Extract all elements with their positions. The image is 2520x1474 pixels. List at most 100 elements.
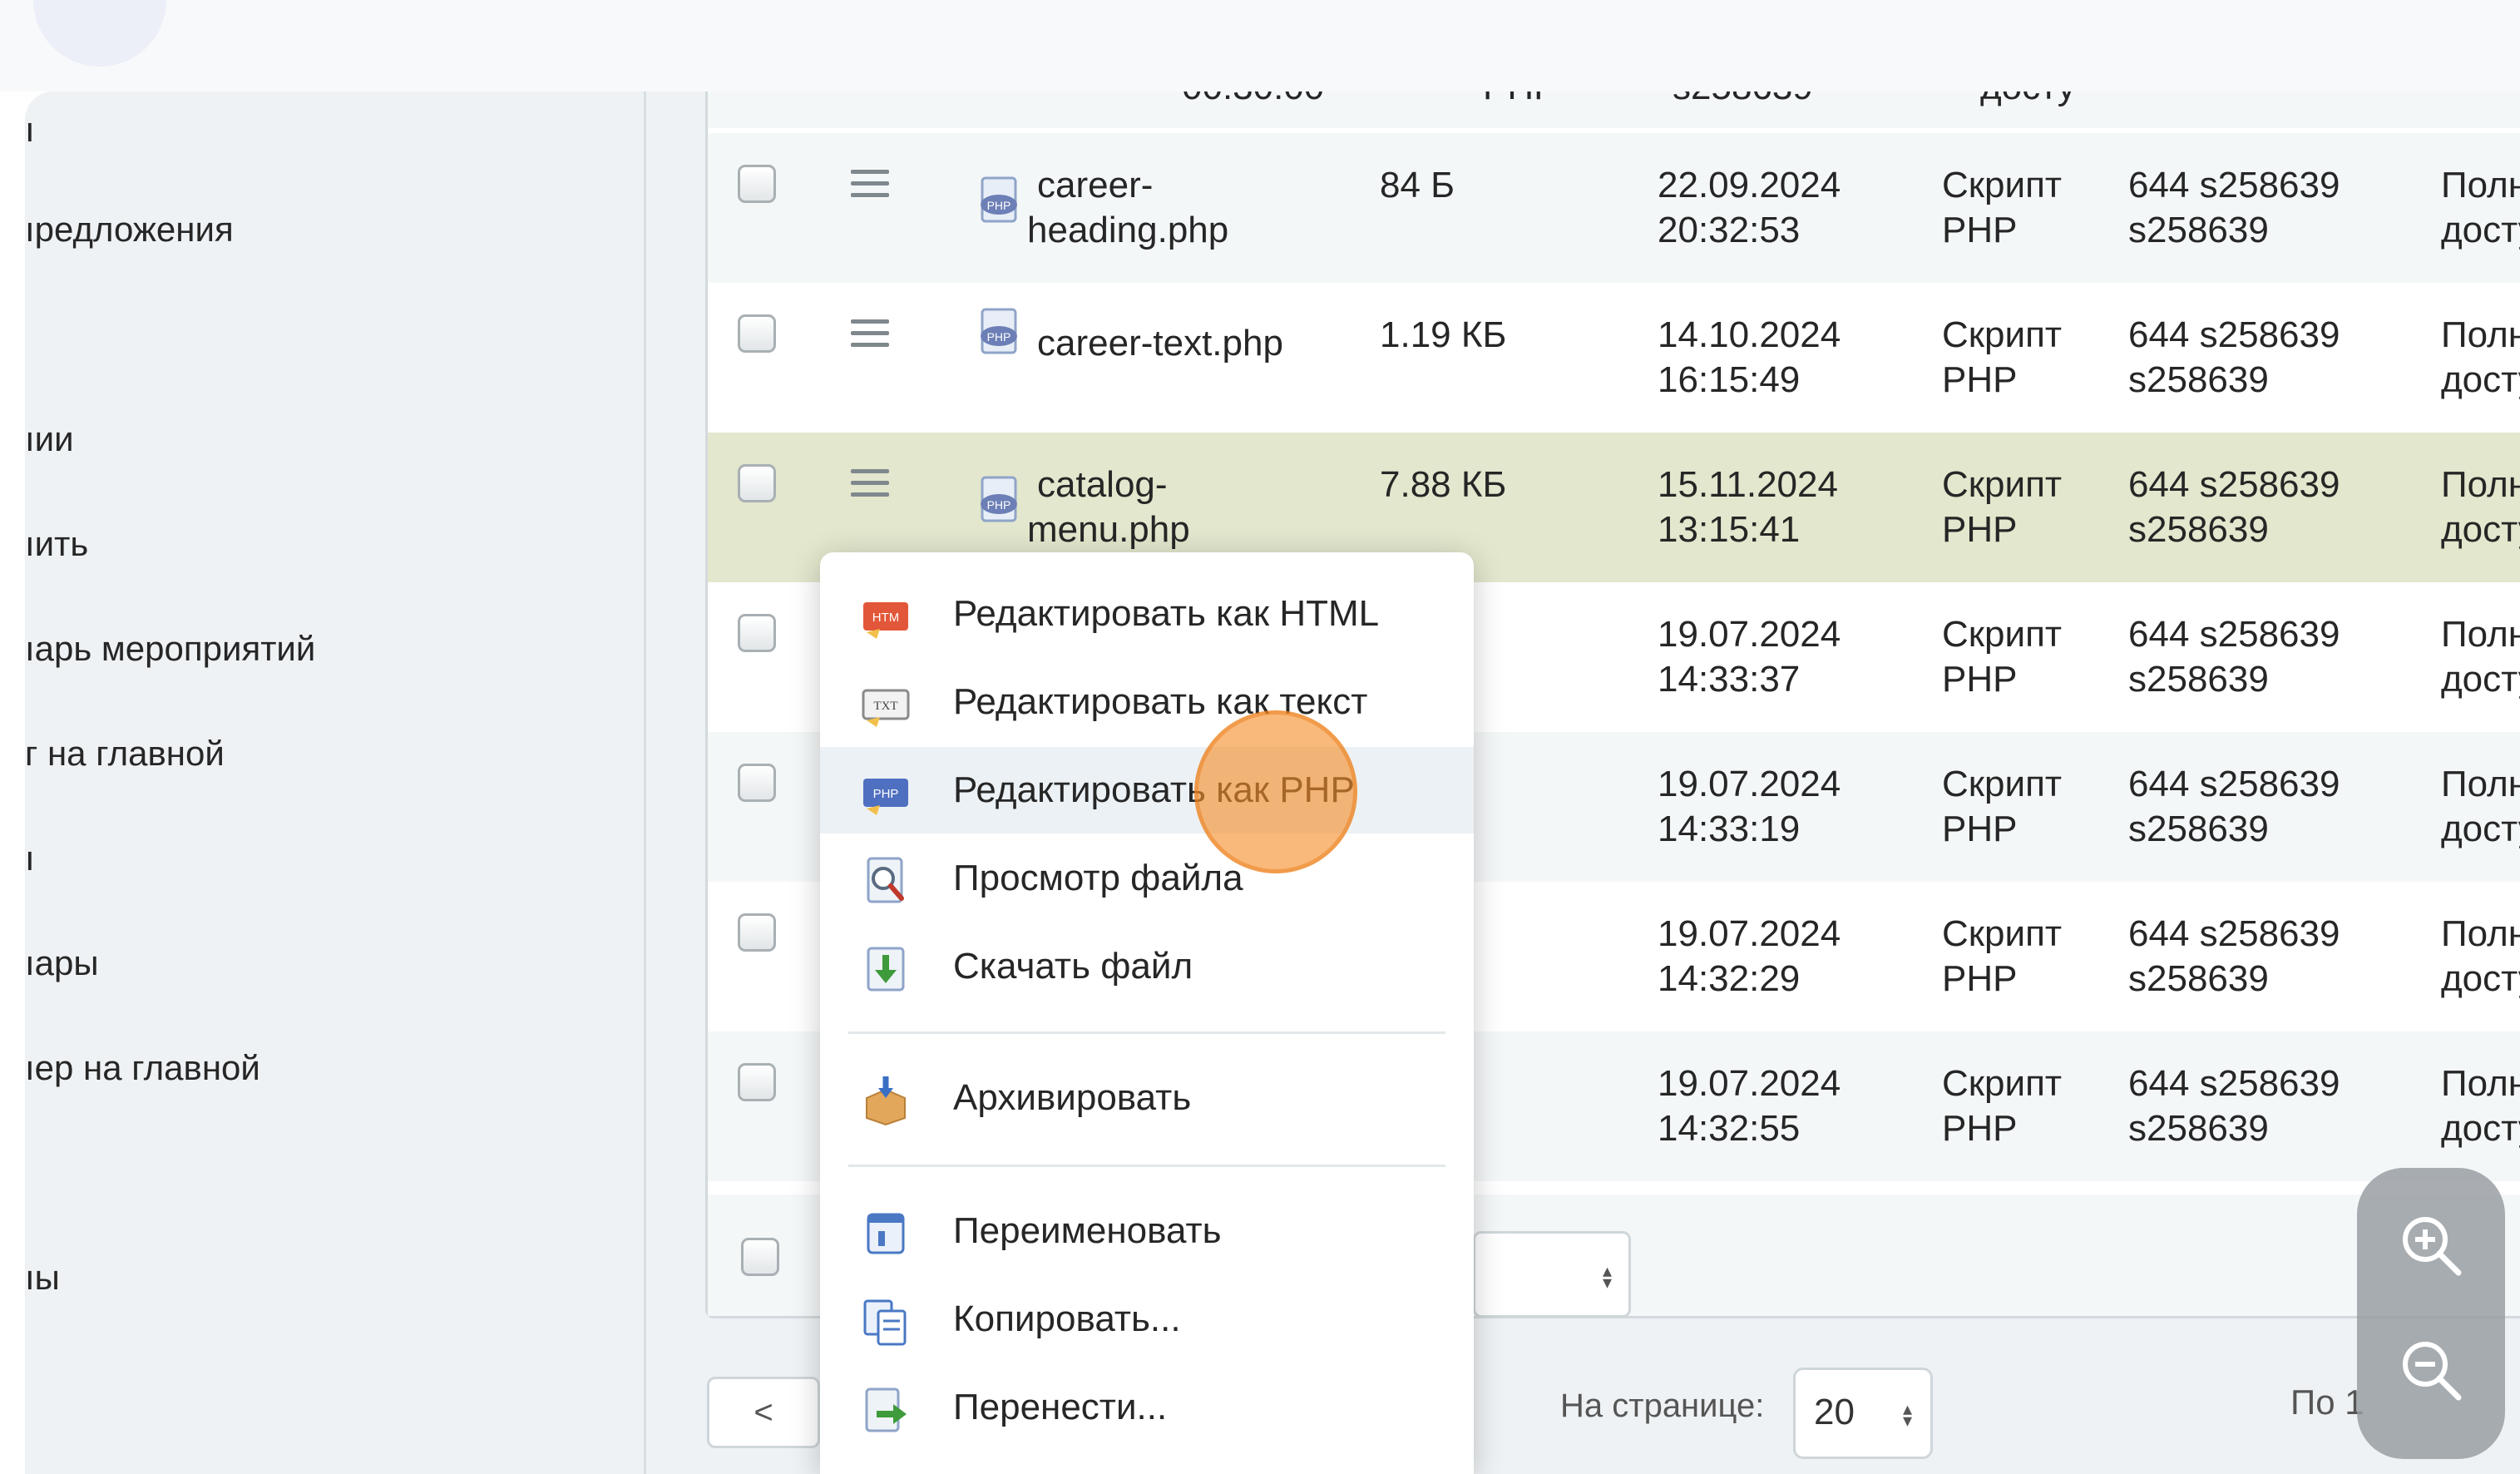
- svg-text:PHP: PHP: [987, 330, 1011, 344]
- row-checkbox[interactable]: [738, 764, 776, 802]
- file-time: 14:33:37: [1658, 659, 1801, 700]
- file-name-line1[interactable]: career-text.php: [1037, 321, 1283, 366]
- avatar[interactable]: [33, 0, 166, 67]
- row-checkbox[interactable]: [738, 1063, 776, 1101]
- file-time: 20:32:53: [1658, 210, 1801, 250]
- select-all-checkbox[interactable]: [741, 1238, 779, 1276]
- file-access-2: досту: [2441, 659, 2520, 700]
- select-arrows-icon: ▴ ▾: [1602, 1260, 1612, 1293]
- file-perms: 644 s258639: [2128, 165, 2340, 205]
- cell-access: досту: [1980, 92, 2076, 110]
- file-name-line2[interactable]: menu.php: [1027, 507, 1190, 552]
- txt-file-icon: TXT: [862, 689, 910, 727]
- sidebar-item-7[interactable]: ıары: [25, 940, 99, 987]
- file-perms: 644 s258639: [2128, 764, 2340, 804]
- file-access: Полнь: [2441, 314, 2520, 355]
- file-type: Скрипт: [1942, 913, 2063, 954]
- php-file-icon: PHP: [863, 779, 908, 815]
- cell-type: PHP: [1483, 92, 1558, 110]
- file-access-2: досту: [2441, 359, 2520, 400]
- file-time: 16:15:49: [1658, 359, 1801, 400]
- row-actions-icon[interactable]: [851, 319, 889, 349]
- svg-text:PHP: PHP: [987, 199, 1011, 212]
- per-page-value: 20: [1814, 1392, 1855, 1432]
- sidebar-item-main-banner[interactable]: ıер на главной: [25, 1045, 260, 1091]
- row-checkbox[interactable]: [738, 614, 776, 652]
- table-row[interactable]: PHP career- heading.php 84 Б 22.09.2024 …: [708, 133, 2520, 285]
- file-type: Скрипт: [1942, 165, 2063, 205]
- file-type-2: PHP: [1942, 359, 2018, 400]
- per-page-select[interactable]: 20 ▴ ▾: [1793, 1368, 1933, 1459]
- svg-text:HTM: HTM: [872, 611, 900, 625]
- select-arrows-icon: ▴ ▾: [1902, 1398, 1912, 1431]
- file-owner: s258639: [2128, 359, 2269, 400]
- sidebar-item-6[interactable]: ı: [25, 835, 35, 882]
- zoom-out-icon[interactable]: [2394, 1333, 2468, 1407]
- rename-icon: [867, 1213, 905, 1254]
- sidebar-item-offers[interactable]: ıредложения: [25, 206, 234, 253]
- file-type: Скрипт: [1942, 1063, 2063, 1104]
- file-time: 13:15:41: [1658, 509, 1801, 550]
- file-date: 19.07.2024: [1658, 764, 1841, 804]
- click-indicator: [1194, 710, 1357, 873]
- table-row-partial[interactable]: 00:30:00 PHP s258639 досту: [708, 92, 2520, 131]
- table-row[interactable]: PHP career-text.php 1.19 КБ 14.10.2024 1…: [708, 283, 2520, 435]
- sidebar-item-0[interactable]: ı: [25, 106, 35, 153]
- zoom-in-icon[interactable]: [2394, 1208, 2468, 1283]
- file-owner: s258639: [2128, 1108, 2269, 1149]
- file-name-line1[interactable]: catalog-: [1037, 462, 1168, 507]
- row-actions-icon[interactable]: [851, 469, 889, 499]
- menu-item-archive[interactable]: Архивировать: [820, 1055, 1474, 1141]
- menu-item-edit-html[interactable]: HTM Редактировать как HTML: [820, 571, 1474, 657]
- sidebar-item-3[interactable]: ıить: [25, 521, 88, 567]
- menu-item-view-file[interactable]: Просмотр файла: [820, 835, 1474, 922]
- sidebar-item-event-calendar[interactable]: ıарь мероприятий: [25, 626, 315, 672]
- zoom-widget: [2357, 1168, 2505, 1459]
- pager-prev-button[interactable]: <: [707, 1377, 820, 1448]
- menu-item-download-file[interactable]: Скачать файл: [820, 923, 1474, 1010]
- top-header-strip: [0, 0, 2520, 92]
- file-access-2: досту: [2441, 509, 2520, 550]
- menu-item-copy[interactable]: Копировать...: [820, 1276, 1474, 1363]
- file-access: Полнь: [2441, 764, 2520, 804]
- file-name-line1[interactable]: career-: [1037, 163, 1153, 208]
- file-type-2: PHP: [1942, 958, 2018, 999]
- sidebar: ı ıредложения ıии ıить ıарь мероприятий …: [25, 92, 646, 1474]
- archive-box-icon: [866, 1076, 906, 1126]
- sidebar-item-9[interactable]: ıы: [25, 1254, 60, 1301]
- file-access: Полнь: [2441, 614, 2520, 655]
- file-perms: 644 s258639: [2128, 314, 2340, 355]
- menu-item-edit-text[interactable]: TXT Редактировать как текст: [820, 659, 1474, 745]
- menu-item-edit-php[interactable]: PHP Редактировать как PHP: [820, 747, 1474, 833]
- group-action-select[interactable]: ▴ ▾: [1473, 1231, 1631, 1318]
- per-page-label: На странице:: [1560, 1387, 1765, 1424]
- file-owner: s258639: [2128, 210, 2269, 250]
- cell-perm: s258639: [1673, 92, 1813, 110]
- file-access: Полнь: [2441, 1063, 2520, 1104]
- file-name-line2[interactable]: heading.php: [1027, 208, 1228, 253]
- sidebar-item-main-block[interactable]: г на главной: [25, 730, 225, 777]
- menu-item-move[interactable]: Перенести...: [820, 1364, 1474, 1451]
- row-checkbox[interactable]: [738, 464, 776, 502]
- file-owner: s258639: [2128, 809, 2269, 849]
- file-access: Полнь: [2441, 165, 2520, 205]
- row-checkbox[interactable]: [738, 913, 776, 952]
- file-type-2: PHP: [1942, 1108, 2018, 1149]
- file-perms: 644 s258639: [2128, 614, 2340, 655]
- file-date: 19.07.2024: [1658, 913, 1841, 954]
- sidebar-item-2[interactable]: ıии: [25, 416, 74, 462]
- file-date: 19.07.2024: [1658, 614, 1841, 655]
- file-access-2: доступ: [2441, 210, 2520, 250]
- row-checkbox[interactable]: [738, 165, 776, 203]
- menu-item-rename[interactable]: Переименовать: [820, 1188, 1474, 1274]
- php-file-icon: PHP: [981, 476, 1017, 522]
- html-file-icon: HTM: [863, 602, 908, 639]
- file-owner: s258639: [2128, 659, 2269, 700]
- file-type-2: PHP: [1942, 210, 2018, 250]
- svg-text:PHP: PHP: [987, 498, 1011, 512]
- file-time: 14:32:29: [1658, 958, 1801, 999]
- row-checkbox[interactable]: [738, 314, 776, 353]
- file-perms: 644 s258639: [2128, 1063, 2340, 1104]
- menu-separator: [848, 1165, 1445, 1167]
- row-actions-icon[interactable]: [851, 170, 889, 200]
